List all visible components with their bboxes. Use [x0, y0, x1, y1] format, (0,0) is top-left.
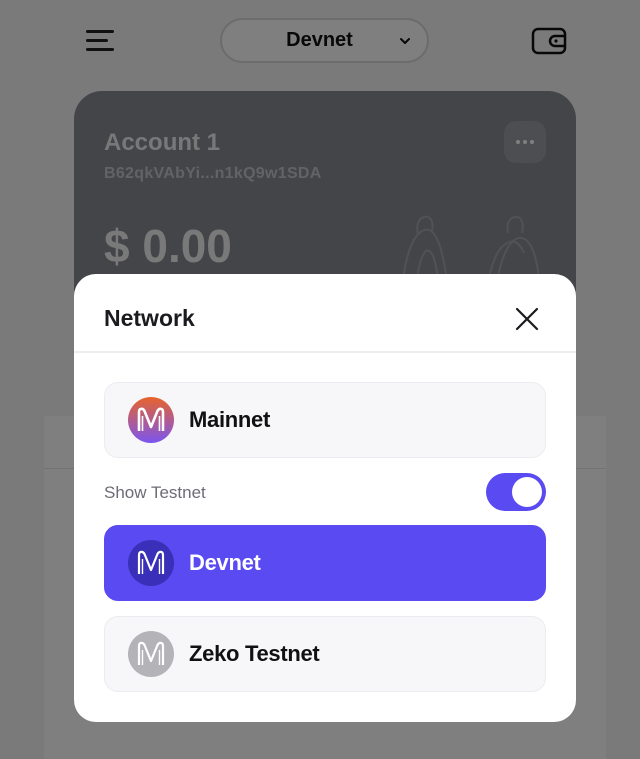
show-testnet-label: Show Testnet [104, 483, 206, 502]
show-testnet-toggle[interactable] [486, 473, 546, 511]
network-option-zeko-testnet[interactable]: Zeko Testnet [104, 616, 546, 692]
network-option-mainnet[interactable]: Mainnet [104, 382, 546, 458]
mina-devnet-logo-icon [128, 540, 174, 586]
toggle-knob [512, 477, 542, 507]
network-modal: Network Mainnet Show Testnet Devnet Zeko… [74, 274, 576, 722]
close-icon[interactable] [514, 306, 540, 332]
network-option-devnet[interactable]: Devnet [104, 525, 546, 601]
modal-divider [74, 351, 576, 353]
network-option-label: Zeko Testnet [189, 641, 320, 666]
network-option-label: Mainnet [189, 407, 271, 432]
modal-title: Network [104, 305, 195, 331]
mina-mainnet-logo-icon [128, 397, 174, 443]
mina-zeko-logo-icon [128, 631, 174, 677]
network-option-label: Devnet [189, 550, 261, 575]
